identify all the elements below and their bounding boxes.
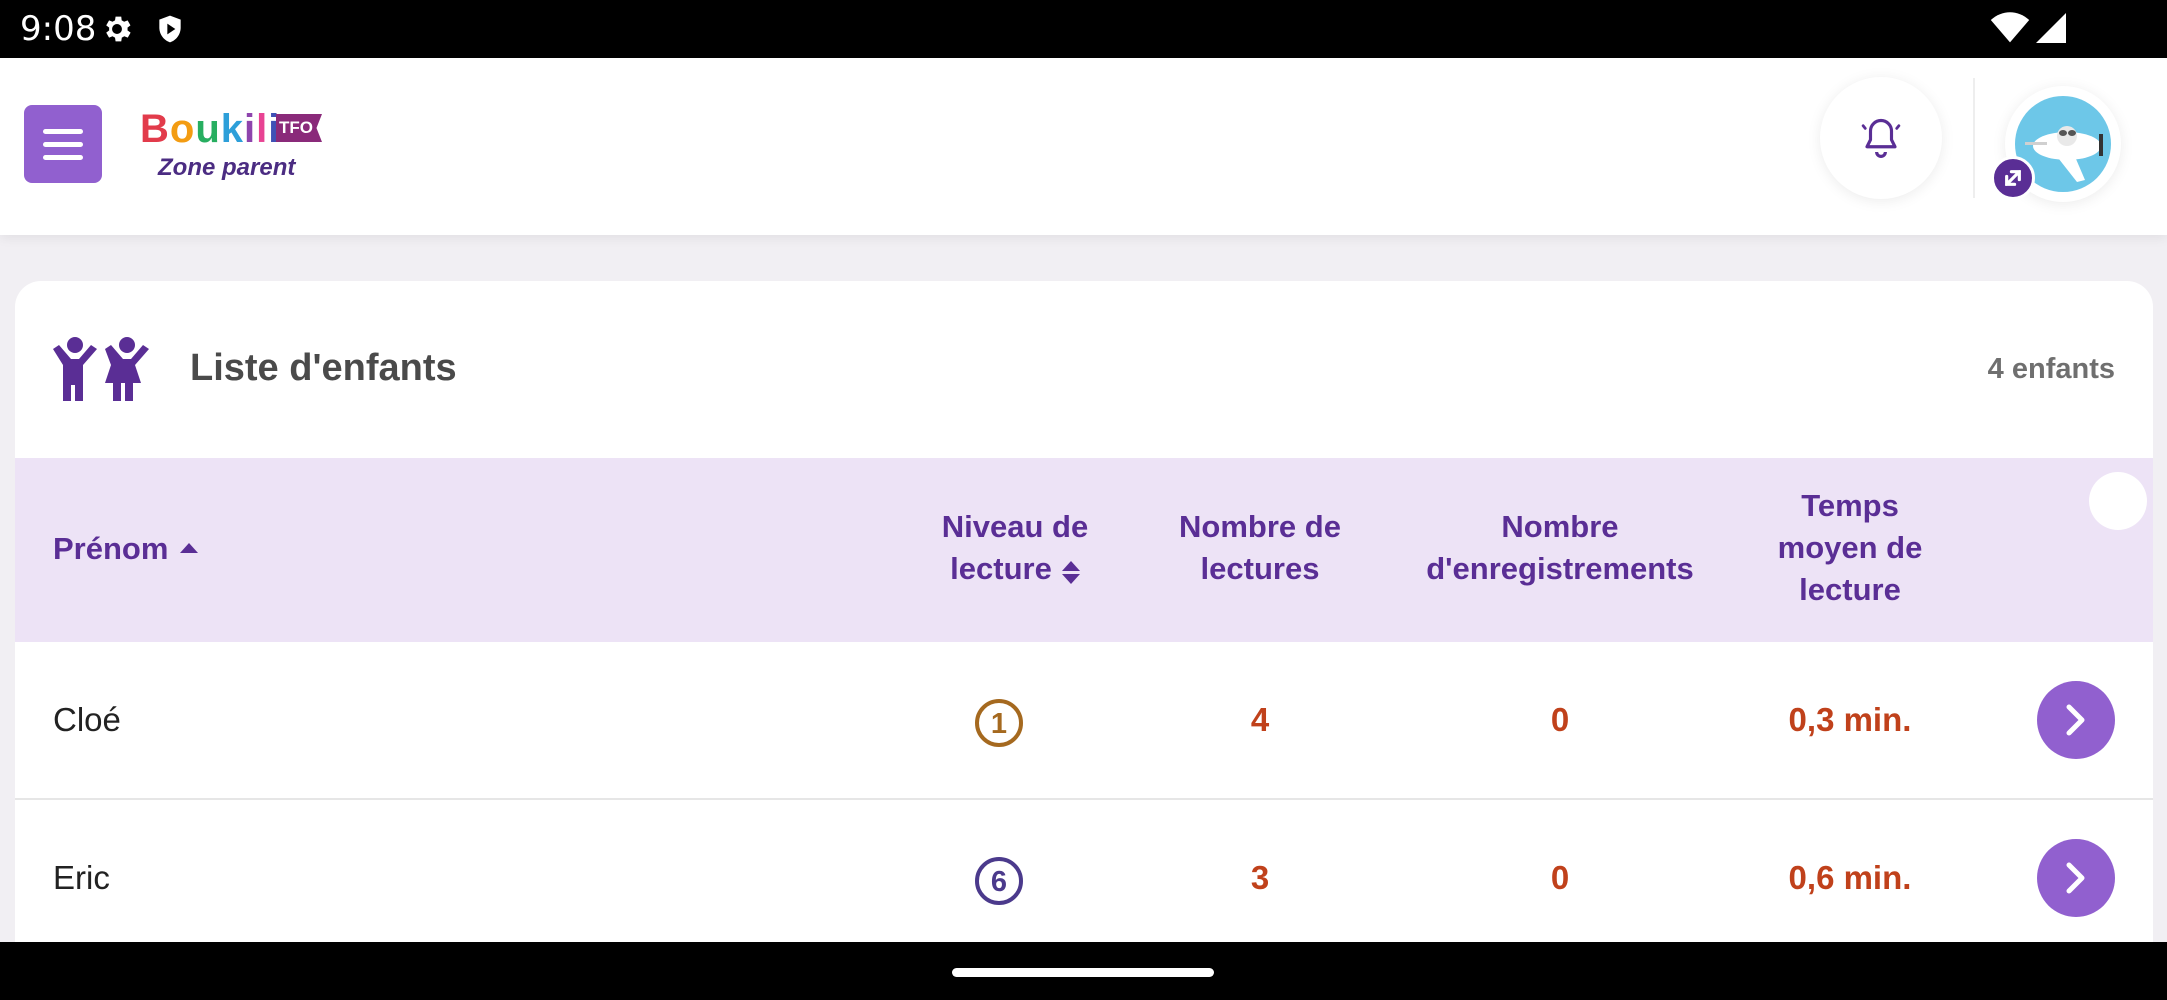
- child-name: Cloé: [53, 701, 121, 738]
- menu-button[interactable]: [24, 105, 102, 183]
- children-icon: [53, 337, 149, 401]
- home-handle[interactable]: [952, 968, 1214, 977]
- column-header-avg-time: Temps moyen de lecture: [1777, 488, 1923, 607]
- gear-icon: [106, 16, 131, 42]
- tfo-badge: TFO: [276, 114, 322, 142]
- bell-icon: [1861, 118, 1901, 158]
- column-header-level[interactable]: Niveau de lecture: [895, 506, 1135, 590]
- chevron-right-icon: [2066, 862, 2085, 894]
- navigation-bar: [0, 942, 2167, 1000]
- header-divider: [1973, 78, 1975, 198]
- reading-level-badge: 1: [975, 699, 1023, 747]
- switch-icon[interactable]: [1991, 156, 2035, 200]
- sort-ascending-icon: [180, 543, 199, 553]
- reads-count: 4: [1250, 701, 1270, 738]
- recordings-count: 0: [1550, 701, 1570, 738]
- signal-icon: [2036, 13, 2066, 43]
- logo-word: Boukili: [140, 107, 281, 151]
- table-header: Prénom Niveau de lecture Nombre de lectu…: [15, 458, 2153, 642]
- status-bar: 9:08: [0, 0, 2167, 58]
- shield-icon: [159, 15, 181, 43]
- reading-level-badge: 6: [975, 857, 1023, 905]
- wifi-icon: [1990, 12, 2030, 43]
- zone-parent-label: Zone parent: [158, 154, 296, 181]
- average-reading-time: 0,3 min.: [1788, 701, 1912, 738]
- boukili-logo[interactable]: Boukili TFO Zone parent: [140, 106, 330, 186]
- column-header-recordings: Nombre d'enregistrements: [1426, 509, 1694, 586]
- card-title: Liste d'enfants: [190, 347, 457, 389]
- table-row[interactable]: Cloé 1 4 0 0,3 min.: [15, 642, 2153, 800]
- chevron-right-icon: [2066, 704, 2085, 736]
- child-name: Eric: [53, 859, 110, 896]
- menu-icon: [43, 129, 83, 134]
- table-options-toggle[interactable]: [2089, 472, 2147, 530]
- recordings-count: 0: [1550, 859, 1570, 896]
- average-reading-time: 0,6 min.: [1788, 859, 1912, 896]
- reads-count: 3: [1250, 859, 1270, 896]
- children-count: 4 enfants: [1987, 353, 2115, 385]
- children-list-card: Liste d'enfants 4 enfants Prénom Niveau …: [15, 281, 2153, 1000]
- table-row[interactable]: Eric 6 3 0 0,6 min.: [15, 800, 2153, 958]
- sort-icon: [1061, 561, 1080, 585]
- open-child-button[interactable]: [2037, 839, 2115, 917]
- column-header-name[interactable]: Prénom: [53, 528, 199, 570]
- profile-button[interactable]: [1991, 86, 2121, 202]
- status-time: 9:08: [20, 9, 97, 49]
- open-child-button[interactable]: [2037, 681, 2115, 759]
- column-header-reads: Nombre de lectures: [1179, 509, 1341, 586]
- card-header: Liste d'enfants 4 enfants: [15, 281, 2153, 458]
- notifications-button[interactable]: [1820, 77, 1942, 199]
- app-header: Boukili TFO Zone parent: [0, 58, 2167, 235]
